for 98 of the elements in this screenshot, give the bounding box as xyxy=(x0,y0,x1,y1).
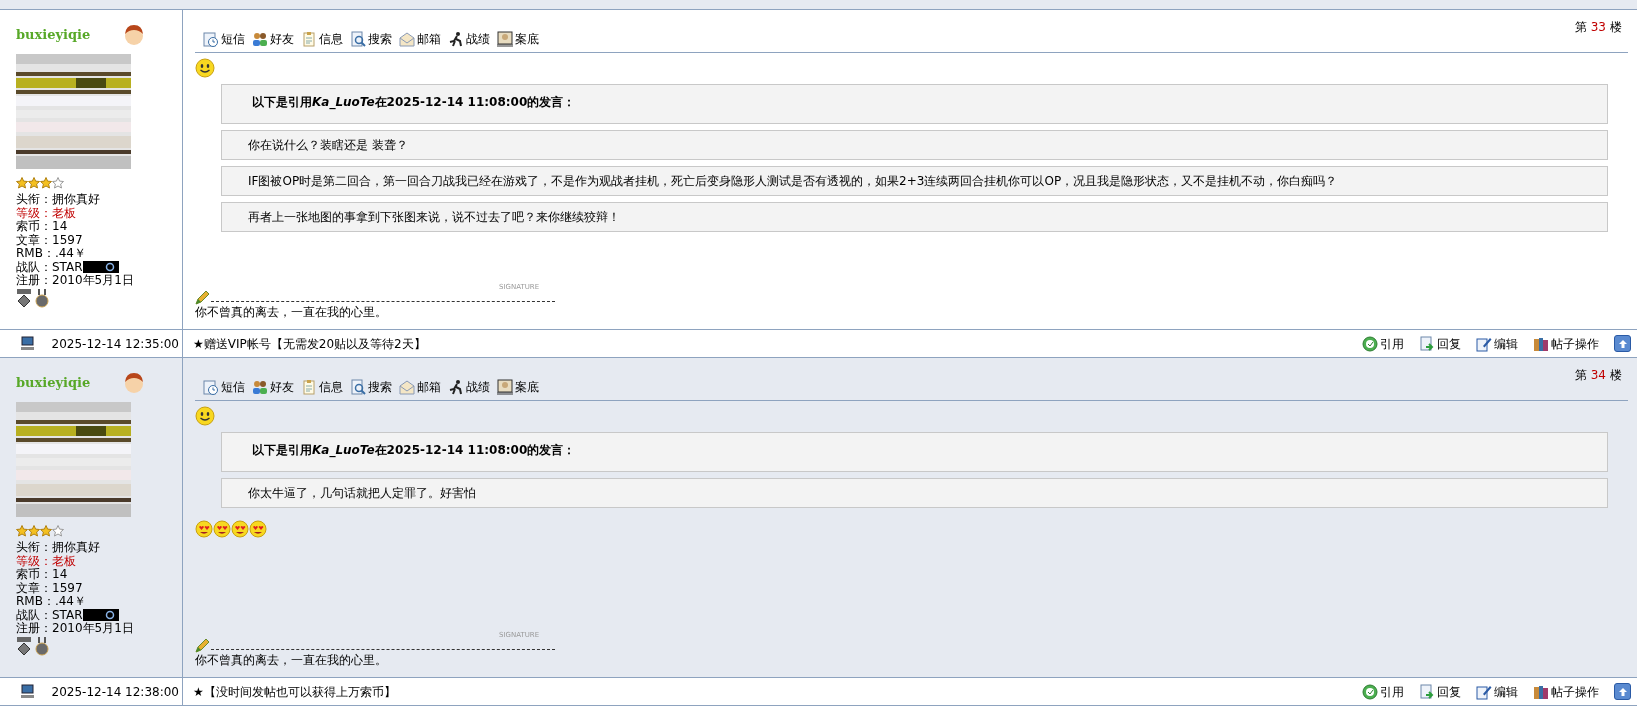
toolbar-link[interactable]: 短信 xyxy=(203,30,245,48)
profile-field: RMB：.44￥ xyxy=(16,247,86,261)
computer-icon xyxy=(20,336,35,351)
post-action-link[interactable]: 编辑 xyxy=(1476,334,1518,353)
post-action-link[interactable]: 回复 xyxy=(1419,334,1461,353)
toolbar-link[interactable]: 好友 xyxy=(252,30,294,48)
books-icon xyxy=(1533,335,1549,352)
avatar-icon xyxy=(122,23,146,47)
toolbar-link[interactable]: 信息 xyxy=(301,30,343,48)
team-badge-icon xyxy=(82,609,119,622)
pencil-icon xyxy=(195,291,209,305)
heart-eyes-emoji-icon xyxy=(213,520,231,538)
profile-field: 等级：老板 xyxy=(16,554,76,568)
filled-star-icon xyxy=(16,525,28,537)
pencil-document-icon xyxy=(1476,683,1492,700)
filled-star-icon xyxy=(16,177,28,189)
heart-eyes-emoji-icon xyxy=(249,520,267,538)
profile-field: 注册：2010年5月1日 xyxy=(16,622,134,636)
books-icon xyxy=(1533,683,1549,700)
toolbar-link[interactable]: 战绩 xyxy=(448,30,490,48)
promo-link[interactable]: ★赠送VIP帐号【无需发20贴以及等待2天】 xyxy=(193,334,426,353)
toolbar-link[interactable]: 短信 xyxy=(203,378,245,396)
toolbar-link[interactable]: 邮箱 xyxy=(399,30,441,48)
filled-star-icon xyxy=(28,177,40,189)
profile-field: 战队：STAR xyxy=(16,260,83,274)
search-icon xyxy=(350,31,366,47)
computer-icon xyxy=(20,684,35,699)
profile-field: 头衔：拥你真好 xyxy=(16,193,100,207)
quote-header: 以下是引用Ka_LuoTe在2025-12-14 11:08:00的发言： xyxy=(221,432,1608,472)
up-arrow-icon xyxy=(1617,338,1628,349)
signature-text: 你不曾真的离去，一直在我的心里。 xyxy=(195,652,388,669)
filled-star-icon xyxy=(28,525,40,537)
filled-star-icon xyxy=(40,525,52,537)
profile-field: 文章：1597 xyxy=(16,233,83,247)
envelope-icon xyxy=(399,31,415,47)
profile-field: 战队：STAR xyxy=(16,608,83,622)
promo-link[interactable]: ★【没时间发帖也可以获得上万索币】 xyxy=(193,682,396,701)
pencil-document-icon xyxy=(1476,335,1492,352)
framed-portrait-icon xyxy=(497,31,513,47)
post-action-link[interactable]: 帖子操作 xyxy=(1533,334,1599,353)
post-action-link[interactable]: 帖子操作 xyxy=(1533,682,1599,701)
profile-field: 文章：1597 xyxy=(16,581,83,595)
medal-icon xyxy=(16,288,32,309)
running-figure-icon xyxy=(448,31,464,47)
signature-text: 你不曾真的离去，一直在我的心里。 xyxy=(195,304,388,321)
back-to-top-button[interactable] xyxy=(1614,683,1631,700)
up-arrow-icon xyxy=(1617,686,1628,697)
envelope-icon xyxy=(399,379,415,395)
avatar-icon xyxy=(122,371,146,395)
toolbar-link[interactable]: 搜索 xyxy=(350,378,392,396)
toolbar-link[interactable]: 邮箱 xyxy=(399,378,441,396)
pencil-icon xyxy=(195,639,209,653)
profile-field: 注册：2010年5月1日 xyxy=(16,274,134,288)
post-action-link[interactable]: 引用 xyxy=(1362,682,1404,701)
heart-eyes-emoji-icon xyxy=(231,520,249,538)
framed-portrait-icon xyxy=(497,379,513,395)
quote-icon xyxy=(1362,335,1378,352)
people-icon xyxy=(252,31,268,47)
post-action-link[interactable]: 回复 xyxy=(1419,682,1461,701)
envelope-clock-icon xyxy=(203,31,219,47)
post-time: 2025-12-14 12:35:00 xyxy=(51,335,179,353)
quote-header: 以下是引用Ka_LuoTe在2025-12-14 11:08:00的发言： xyxy=(221,84,1608,124)
floor-label: 第 xyxy=(1574,19,1587,36)
toolbar-link[interactable]: 信息 xyxy=(301,378,343,396)
toolbar-link[interactable]: 战绩 xyxy=(448,378,490,396)
post-action-link[interactable]: 编辑 xyxy=(1476,682,1518,701)
floor-number: 33 xyxy=(1590,19,1606,36)
medal-icon xyxy=(34,636,50,657)
team-badge-icon xyxy=(82,261,119,274)
medal-icon xyxy=(34,288,50,309)
smiley-icon xyxy=(195,406,215,426)
envelope-clock-icon xyxy=(203,379,219,395)
quote-icon xyxy=(1362,683,1378,700)
profile-field: 索币：14 xyxy=(16,220,68,234)
filled-star-icon xyxy=(40,177,52,189)
heart-eyes-emoji-icon xyxy=(195,520,213,538)
profile-field: 索币：14 xyxy=(16,568,68,582)
post-action-link[interactable]: 引用 xyxy=(1362,334,1404,353)
running-figure-icon xyxy=(448,379,464,395)
toolbar-link[interactable]: 案底 xyxy=(497,30,539,48)
profile-field: RMB：.44￥ xyxy=(16,595,86,609)
profile-field: 头衔：拥你真好 xyxy=(16,541,100,555)
smiley-icon xyxy=(195,58,215,78)
toolbar-link[interactable]: 案底 xyxy=(497,378,539,396)
clipboard-icon xyxy=(301,379,317,395)
clipboard-icon xyxy=(301,31,317,47)
profile-field: 等级：老板 xyxy=(16,206,76,220)
search-icon xyxy=(350,379,366,395)
medal-icon xyxy=(16,636,32,657)
floor-label: 楼 xyxy=(1610,367,1622,384)
floor-label: 第 xyxy=(1574,367,1587,384)
people-icon xyxy=(252,379,268,395)
post-time: 2025-12-14 12:38:00 xyxy=(51,683,179,701)
back-to-top-button[interactable] xyxy=(1614,335,1631,352)
floor-number: 34 xyxy=(1590,367,1606,384)
toolbar-link[interactable]: 好友 xyxy=(252,378,294,396)
floor-label: 楼 xyxy=(1610,19,1622,36)
toolbar-link[interactable]: 搜索 xyxy=(350,30,392,48)
